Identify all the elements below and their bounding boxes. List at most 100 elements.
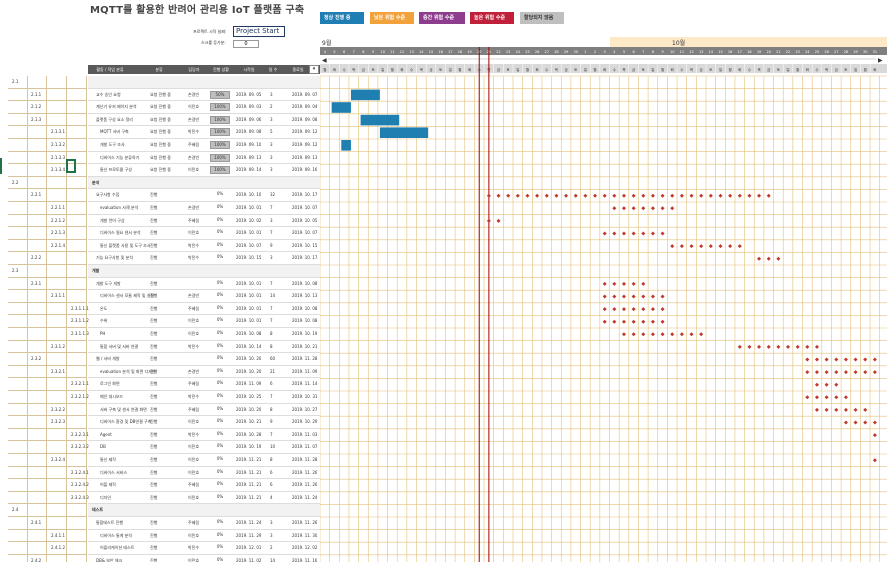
project-start-input[interactable]: Project Start (233, 26, 285, 37)
progress-value: 0% (216, 430, 224, 436)
table-row[interactable]: 2.4.2 DB& 보안 체크 진행 이민호 2019. 11. 02 14 2019. 1… (0, 554, 320, 562)
task-name: 로그인 화면 (100, 381, 120, 387)
table-row[interactable]: 2.3.2.4.1 디바이스 서비스 진행 이민호 2019. 11. 21 6 2019.… (0, 466, 320, 480)
progress-value: 0% (216, 330, 224, 335)
table-row[interactable]: 2.3.2.4 통신 제작 진행 이민호 2019. 11. 21 8 2019. 11. … (0, 454, 320, 467)
milestone-diamond (689, 332, 694, 337)
weekday-label: 일 (584, 67, 587, 72)
table-row[interactable]: 2.2.1.3 디바이스 필요 센서 분석 진행 이민호 2019. 10. 01 7 20… (0, 227, 320, 240)
section-row[interactable]: 2.2 분석 (0, 176, 320, 190)
table-row[interactable]: 2.3.2.3 디바이스 환경 및 DB연결 구축 진행 이민호 2019. 10. 2… (0, 416, 320, 429)
milestone-diamond (872, 370, 877, 375)
selected-cell[interactable] (66, 159, 76, 173)
table-row[interactable]: 2.3.1.1.2 수위 진행 이민호 2019. 10. 01 7 2019. 10. 0… (0, 315, 320, 328)
wbs-number: 2.3.2.1 (51, 368, 65, 374)
table-row[interactable]: 2.3.1.1.1 온도 진행 주혜림 2019. 10. 01 7 2019. 10. 0… (0, 302, 320, 316)
task-category: 진행 (150, 368, 158, 374)
milestone-diamond (786, 344, 791, 349)
table-row[interactable]: 2.3.1.1 디바이스 센서 모듈 제작 및 설정 진행 손경빈 2019. 10. … (0, 290, 320, 303)
table-row[interactable]: 2.3.2.4.2 어플 제작 진행 주혜림 2019. 11. 21 6 2019. 11… (0, 479, 320, 492)
wbs-cell (47, 491, 67, 505)
task-start-date: 2019. 10. 20 (236, 406, 262, 412)
table-row[interactable]: 2.2.1.4 통신 플랫폼 사용 및 도구 조사 진행 박민수 2019. 10. 0… (0, 239, 320, 253)
task-start-date: 2019. 10. 19 (236, 444, 262, 450)
table-row[interactable]: 2.1.1 교수 승인 요청 요청 진행 중 손경빈 2019. 09. 05 3 2019… (0, 88, 320, 102)
day-number: 27 (834, 50, 838, 54)
day-number: 30 (863, 50, 867, 54)
section-row[interactable]: 2.3 개발 (0, 265, 320, 278)
task-start-date: 2019. 10. 14 (236, 343, 262, 349)
table-row[interactable]: 2.2.1.1 evaluation 사례 분석 진행 손경빈 2019. 10. 01… (0, 202, 320, 215)
wbs-cell (8, 151, 28, 165)
task-start-date: 2019. 10. 15 (236, 255, 262, 261)
task-days: 6 (270, 381, 273, 387)
task-days: 60 (270, 356, 276, 362)
task-start-date: 2019. 10. 25 (236, 394, 262, 399)
wbs-cell (27, 491, 47, 505)
task-name: 메인 대시보드 (100, 394, 124, 399)
table-row[interactable]: 2.1.3 플랫폼 구성 요소 정리 요청 진행 중 손경빈 2019. 09. 06 3… (0, 113, 320, 127)
table-row[interactable]: 2.3.1.1.3 PH 진행 이민호 2019. 10. 08 8 2019. 10. 1… (0, 328, 320, 341)
table-row[interactable]: 2.3.2.1.1 로그인 화면 진행 주혜림 2019. 11. 09 6 2019. 1… (0, 378, 320, 391)
progress-bar: 100% (210, 103, 230, 112)
table-row[interactable]: 2.1.3.4 통신 프로토콜 구성 요청 진행 중 이민호 2019. 09. 14 3… (0, 164, 320, 177)
task-start-date: 2019. 10. 08 (236, 331, 262, 336)
day-number: 12 (689, 50, 693, 54)
milestone-diamond (805, 370, 810, 375)
milestone-diamond (506, 193, 511, 198)
table-row[interactable]: 2.4.1.2 어플리케이션 테스트 진행 박민수 2019. 12. 01 2 2019.… (0, 542, 320, 555)
table-row[interactable]: 2.4.1 통합테스트 진행 진행 주혜림 2019. 11. 24 3 2019. 11.… (0, 517, 320, 530)
task-owner: 손경빈 (188, 91, 200, 97)
table-row[interactable]: 2.3.2.1.2 메인 대시보드 진행 박민수 2019. 10. 25 7 2019. … (0, 391, 320, 404)
wbs-cell (67, 126, 87, 139)
table-row[interactable]: 2.1.3.2 개발 도구 조사 요청 진행 중 주혜림 2019. 09. 10 3 20… (0, 139, 320, 152)
wbs-cell (67, 139, 87, 152)
progress-bar: 100% (210, 128, 230, 137)
milestone-diamond (708, 244, 713, 249)
milestone-diamond (496, 193, 501, 198)
table-row[interactable]: 2.1.3.1 MQTT 서버 구축 요청 진행 중 박민수 2019. 09. 08 5… (0, 126, 320, 139)
section-row[interactable]: 2.4 테스트 (0, 504, 320, 517)
day-number: 5 (333, 50, 335, 54)
milestone-diamond (824, 407, 829, 412)
table-row[interactable]: 2.1.2 계산기 유저 페이지 분석 요청 진행 중 이민호 2019. 09. 03… (0, 101, 320, 114)
section-row[interactable]: 2.1 (0, 76, 320, 89)
wbs-cell (27, 126, 47, 139)
milestone-diamond (699, 332, 704, 337)
table-row[interactable]: 2.2.1 요구사항 수집 진행 2019. 10. 10 32 2019. 10. 17… (0, 189, 320, 202)
task-end-date: 2019. 11. 28 (292, 356, 318, 362)
filter-dropdown-icon[interactable]: ▾ (309, 65, 319, 74)
day-number: 6 (633, 50, 635, 54)
wbs-number: 2.3.1.2 (51, 343, 65, 349)
table-row[interactable]: 2.3.2.4.3 디자인 진행 이민호 2019. 11. 21 4 2019. 11. … (0, 491, 320, 505)
table-row[interactable]: 2.2.2 기능 요구사항 및 분석 진행 박민수 2019. 10. 15 3 2019.… (0, 252, 320, 265)
increment-input[interactable]: 0 (233, 40, 259, 48)
progress-bar: 0% (210, 317, 230, 325)
table-row[interactable]: 2.2.1.2 개발 언어 구상 진행 주혜림 2019. 10. 02 3 2019. 1… (0, 214, 320, 228)
table-row[interactable]: 2.4.1.1 디바이스 통계 분석 진행 이민호 2019. 11. 29 3 2019.… (0, 529, 320, 543)
task-name: 디바이스 통계 분석 (100, 532, 132, 538)
table-row[interactable]: 2.3.1.2 통합 서버 및 서버 연결 진행 박민수 2019. 10. 14 8 20… (0, 340, 320, 354)
milestone-diamond (650, 206, 655, 211)
gantt-spreadsheet: { "title": "MQTT를 활용한 반려어 관리용 IoT 플랫폼 구축… (0, 0, 887, 562)
milestone-diamond (834, 370, 839, 375)
table-row[interactable]: 2.3.2.1 evaluation 분석 및 화면 디자인 진행 손경빈 2019. … (0, 365, 320, 379)
milestone-diamond (641, 319, 646, 324)
task-end-date: 2019. 10. 05 (292, 217, 318, 223)
table-row[interactable]: 2.1.3.3 디바이스 기능 분류하기 요청 진행 중 손경빈 2019. 09. 1… (0, 151, 320, 165)
progress-value: 100% (214, 167, 226, 173)
table-row[interactable]: 2.3.2.3.1 Agent 진행 박민수 2019. 10. 28 7 2019. 11… (0, 428, 320, 442)
table-row[interactable]: 2.3.2.2 서버 구축 및 센서 연결 화면 진행 주혜림 2019. 10. 20… (0, 403, 320, 417)
wbs-number: 2.3.2.4.3 (71, 494, 89, 500)
row-background (88, 378, 320, 391)
table-row[interactable]: 2.3.2.3.2 DB 진행 이민호 2019. 10. 19 10 2019. 11. … (0, 441, 320, 454)
month-label: 9월 (322, 39, 331, 47)
day-number: 18 (747, 50, 751, 54)
task-start-date: 2019. 09. 10 (236, 142, 262, 147)
wbs-cell (67, 454, 87, 467)
milestone-diamond (757, 193, 762, 198)
table-row[interactable]: 2.3.2 웹 / 서버 개발 진행 2019. 10. 20 60 2019. 11. … (0, 353, 320, 366)
table-row[interactable]: 2.3.1 개발 도구 개발 진행 2019. 10. 01 7 2019. 10. 08… (0, 277, 320, 291)
wbs-number: 2.3.1.1 (51, 293, 65, 299)
milestone-diamond (612, 206, 617, 211)
